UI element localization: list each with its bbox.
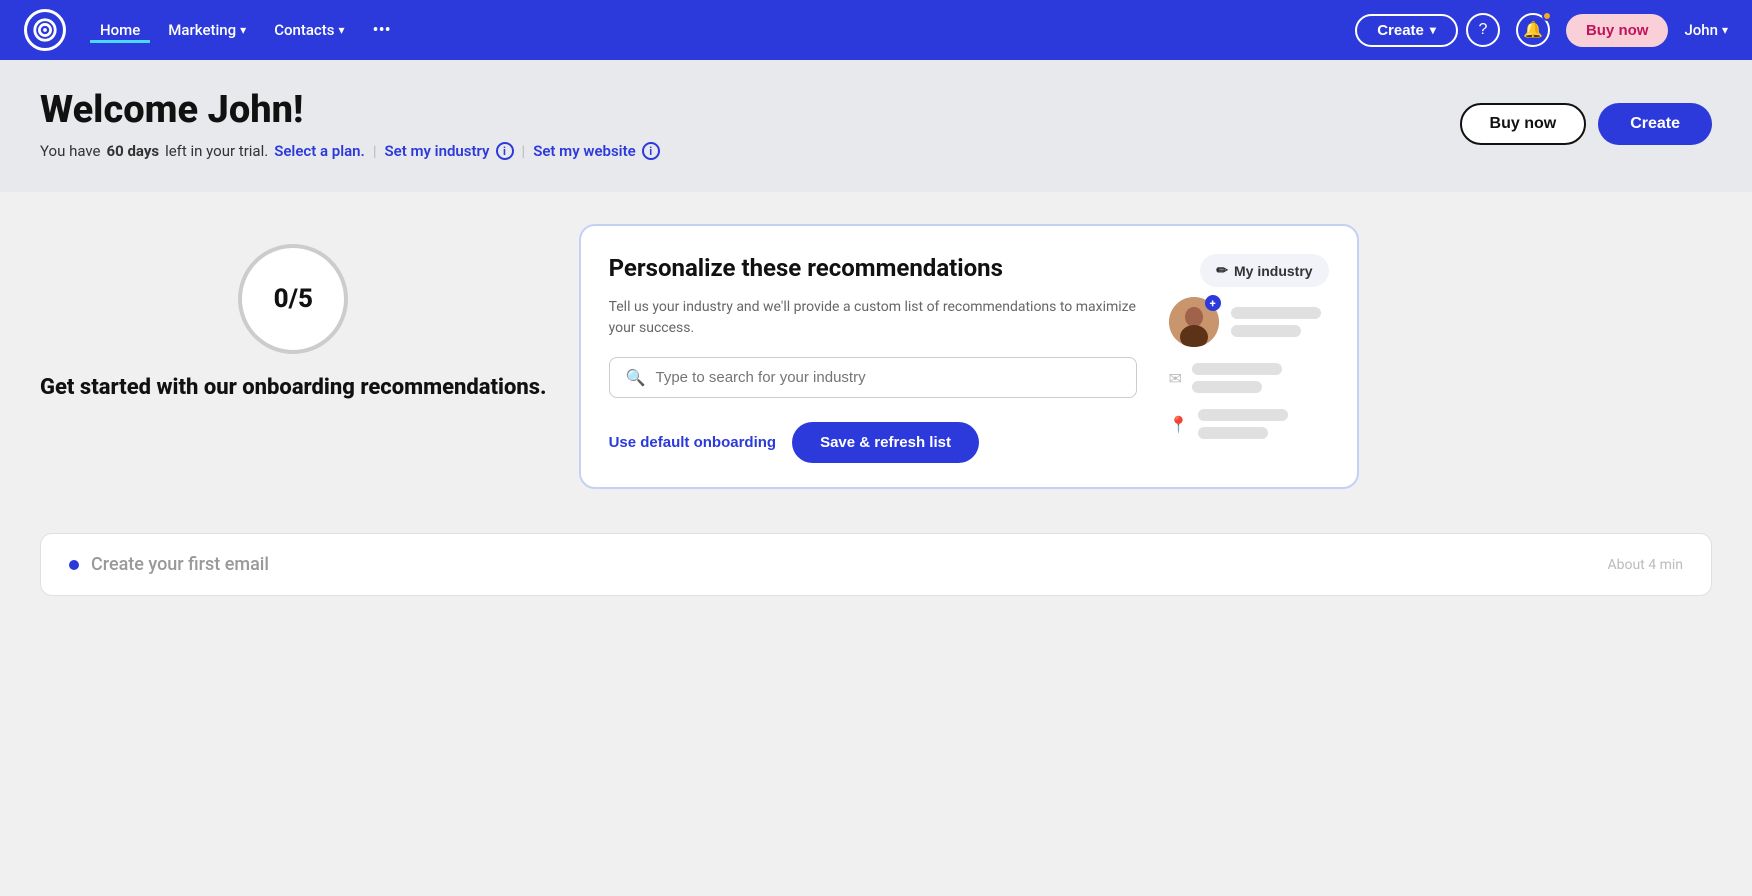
user-chevron-icon: ▾ (1722, 23, 1728, 37)
hero-banner: Welcome John! You have 60 days left in y… (0, 60, 1752, 192)
website-info-icon[interactable]: i (642, 142, 660, 160)
industry-search-bar[interactable]: 🔍 (609, 357, 1137, 398)
notification-bell-wrap: 🔔 (1516, 13, 1550, 47)
progress-circle: 0/5 (238, 244, 348, 354)
task-dot-icon (69, 560, 79, 570)
help-button[interactable]: ? (1466, 13, 1500, 47)
panel-main: Tell us your industry and we'll provide … (609, 297, 1137, 463)
email-icon: ✉ (1169, 369, 1182, 388)
nav-marketing[interactable]: Marketing ▾ (158, 17, 256, 43)
industry-info-icon[interactable]: i (496, 142, 514, 160)
skeleton-location-row: 📍 (1169, 409, 1289, 439)
first-task-card[interactable]: Create your first email About 4 min (40, 533, 1712, 596)
location-icon: 📍 (1169, 415, 1189, 434)
select-plan-link[interactable]: Select a plan. (274, 142, 365, 160)
main-content: 0/5 Get started with our onboarding reco… (0, 192, 1752, 521)
skeleton-email-row: ✉ (1169, 363, 1282, 393)
skeleton-location-lines (1198, 409, 1288, 439)
skeleton-email-lines (1192, 363, 1282, 393)
create-chevron-icon: ▾ (1430, 23, 1436, 37)
panel-title: Personalize these recommendations (609, 254, 1003, 282)
nav-contacts[interactable]: Contacts ▾ (264, 17, 354, 43)
nav-create-button[interactable]: Create ▾ (1355, 14, 1458, 47)
skeleton-email-line-1 (1192, 363, 1282, 375)
marketing-chevron-icon: ▾ (240, 23, 246, 37)
nav-home[interactable]: Home (90, 17, 150, 43)
avatar-row: + (1169, 297, 1321, 347)
panel-title-group: Personalize these recommendations (609, 254, 1003, 282)
hero-left: Welcome John! You have 60 days left in y… (40, 88, 660, 160)
avatar-wrap: + (1169, 297, 1219, 347)
personalize-panel: Personalize these recommendations ✏ My i… (579, 224, 1359, 489)
bell-icon: 🔔 (1523, 20, 1543, 40)
panel-body: Tell us your industry and we'll provide … (609, 297, 1329, 463)
skeleton-name-lines (1231, 307, 1321, 337)
skeleton-line-1 (1231, 307, 1321, 319)
task-time: About 4 min (1607, 557, 1683, 573)
page-title: Welcome John! (40, 88, 660, 132)
bottom-section: Create your first email About 4 min (0, 533, 1752, 628)
notification-dot (1542, 11, 1552, 21)
avatar-add-icon: + (1205, 295, 1221, 311)
navbar: Home Marketing ▾ Contacts ▾ ••• Create ▾… (0, 0, 1752, 60)
set-industry-link[interactable]: Set my industry (384, 142, 489, 160)
logo[interactable] (24, 9, 66, 51)
panel-right-visual: + ✉ 📍 (1169, 297, 1329, 463)
create-hero-button[interactable]: Create (1598, 103, 1712, 145)
skeleton-line-2 (1231, 325, 1301, 337)
contacts-chevron-icon: ▾ (338, 23, 344, 37)
progress-value: 0/5 (274, 284, 313, 314)
edit-icon: ✏ (1216, 262, 1228, 279)
progress-section: 0/5 Get started with our onboarding reco… (40, 224, 547, 403)
panel-actions: Use default onboarding Save & refresh li… (609, 422, 1137, 463)
user-menu[interactable]: John ▾ (1684, 21, 1728, 39)
progress-label: Get started with our onboarding recommen… (40, 374, 547, 403)
panel-header: Personalize these recommendations ✏ My i… (609, 254, 1329, 287)
my-industry-button[interactable]: ✏ My industry (1200, 254, 1328, 287)
set-website-link[interactable]: Set my website (533, 142, 636, 160)
skeleton-location-line-2 (1198, 427, 1268, 439)
skeleton-location-line-1 (1198, 409, 1288, 421)
search-icon: 🔍 (626, 368, 646, 387)
skeleton-email-line-2 (1192, 381, 1262, 393)
hero-right: Buy now Create (1460, 103, 1712, 145)
question-mark-icon: ? (1478, 21, 1487, 39)
industry-search-input[interactable] (655, 369, 1119, 386)
task-title: Create your first email (91, 554, 269, 575)
buy-now-nav-button[interactable]: Buy now (1566, 14, 1669, 47)
use-default-button[interactable]: Use default onboarding (609, 434, 777, 451)
save-refresh-button[interactable]: Save & refresh list (792, 422, 979, 463)
trial-info: You have 60 days left in your trial. Sel… (40, 142, 660, 160)
panel-subtitle: Tell us your industry and we'll provide … (609, 297, 1137, 339)
task-left: Create your first email (69, 554, 269, 575)
nav-more[interactable]: ••• (363, 16, 401, 45)
nav-right-controls: ? 🔔 Buy now John ▾ (1466, 13, 1728, 47)
buy-now-hero-button[interactable]: Buy now (1460, 103, 1587, 145)
